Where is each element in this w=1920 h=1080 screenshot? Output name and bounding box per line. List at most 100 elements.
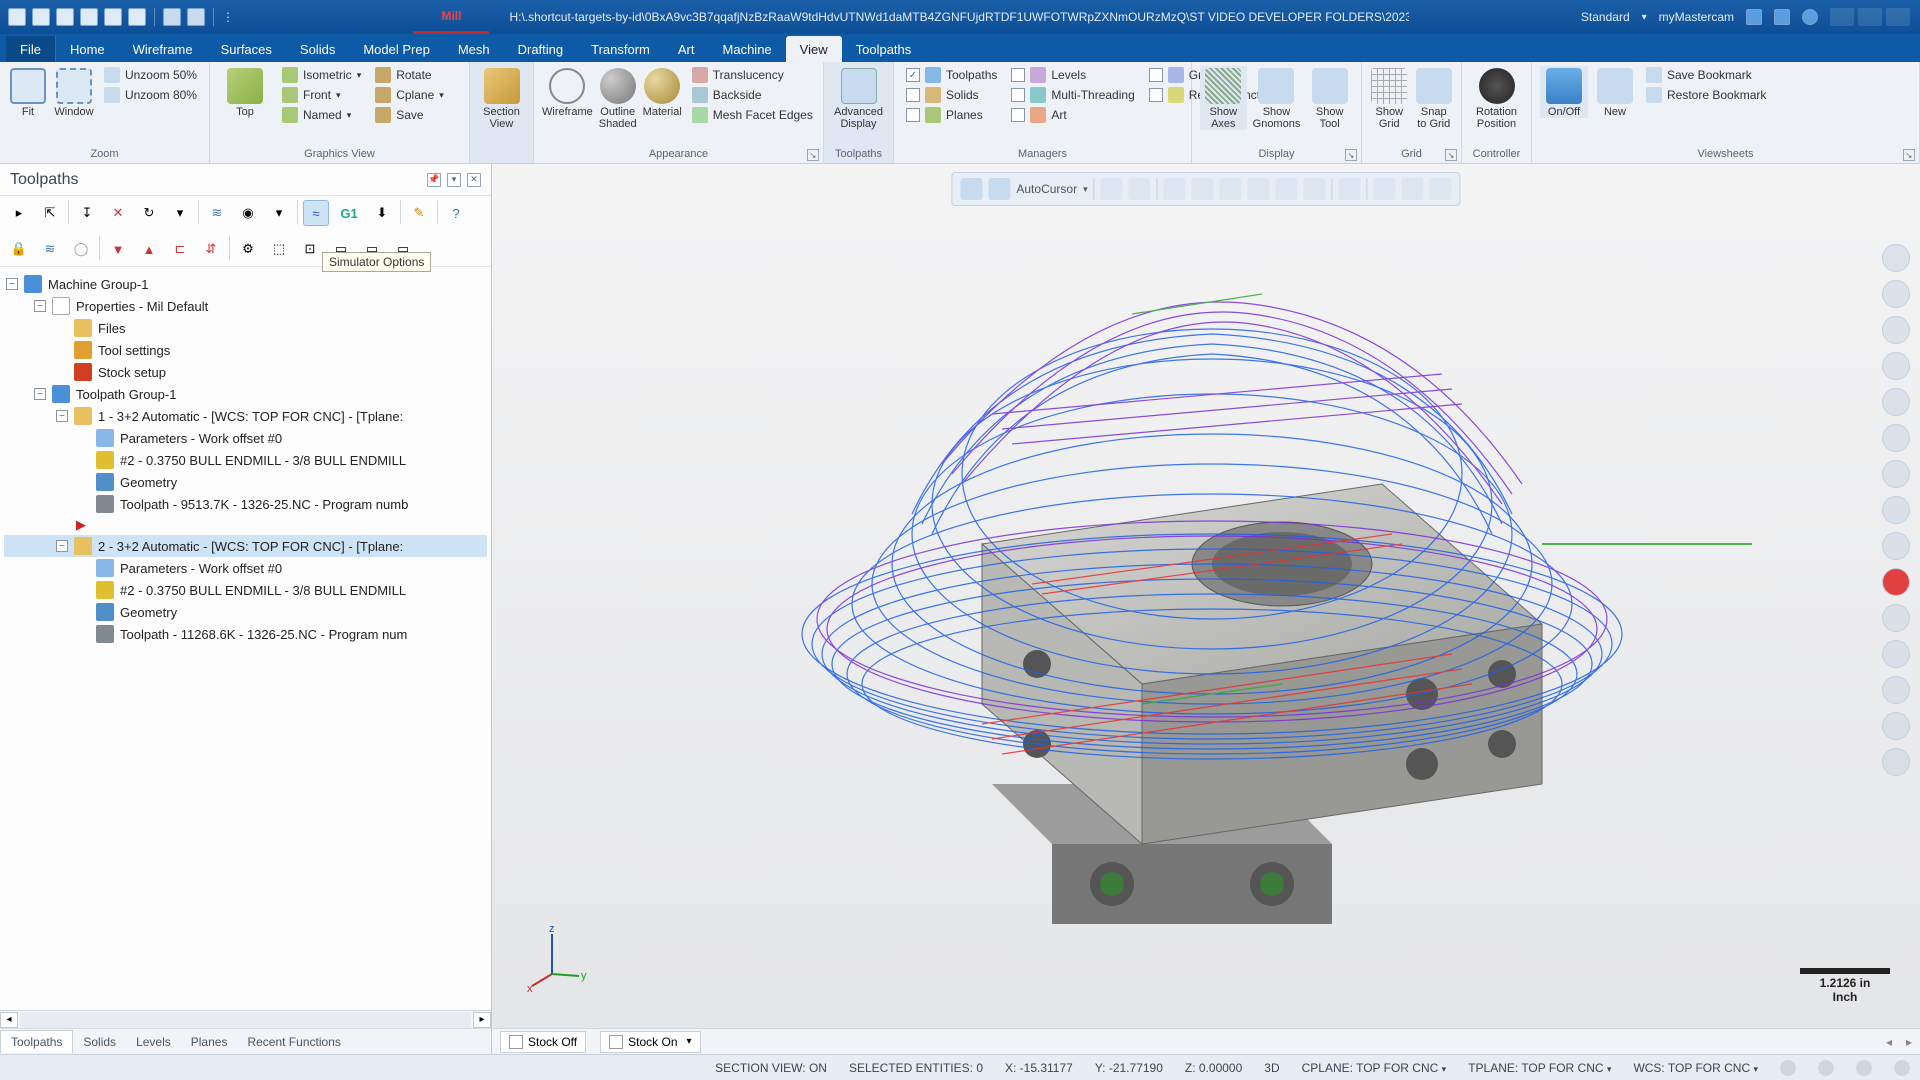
tree-op1-tool[interactable]: #2 - 0.3750 BULL ENDMILL - 3/8 BULL ENDM…	[120, 453, 406, 468]
tree-op2-params[interactable]: Parameters - Work offset #0	[120, 561, 282, 576]
sel-b3-icon[interactable]	[1192, 178, 1214, 200]
mgr-toolpaths[interactable]: ✓Toolpaths	[902, 66, 1001, 84]
status-i2-icon[interactable]	[1818, 1060, 1834, 1076]
vr-refresh-icon[interactable]	[1882, 748, 1910, 776]
autocursor-label[interactable]: AutoCursor	[1016, 182, 1077, 196]
vr-cube-icon[interactable]	[1882, 388, 1910, 416]
tab-file[interactable]: File	[6, 36, 56, 62]
tree-stock[interactable]: Stock setup	[98, 365, 166, 380]
tree-op2-geom[interactable]: Geometry	[120, 605, 177, 620]
redo-icon[interactable]	[187, 8, 205, 26]
translucency-button[interactable]: Translucency	[688, 66, 817, 84]
tb-selectall-icon[interactable]: ⇱	[37, 200, 63, 226]
sheet-right-icon[interactable]: ▸	[1906, 1035, 1912, 1049]
sectionview-button[interactable]: Section View	[478, 66, 525, 130]
tb-verifymenu-icon[interactable]: ▾	[266, 200, 292, 226]
top-button[interactable]: Top	[218, 66, 272, 118]
blank-icon[interactable]	[104, 8, 122, 26]
status-wcs[interactable]: WCS: TOP FOR CNC ▾	[1633, 1061, 1758, 1075]
tb-lock-icon[interactable]: 🔒	[6, 236, 32, 262]
isometric-button[interactable]: Isometric▾	[278, 66, 365, 84]
tree-op1-nc[interactable]: Toolpath - 9513.7K - 1326-25.NC - Progra…	[120, 497, 408, 512]
tab-modelprep[interactable]: Model Prep	[349, 36, 443, 62]
tree-op1[interactable]: 1 - 3+2 Automatic - [WCS: TOP FOR CNC] -…	[98, 409, 403, 424]
viewsheets-launcher[interactable]: ↘	[1903, 149, 1915, 161]
sel-b7-icon[interactable]	[1304, 178, 1326, 200]
sel-b5-icon[interactable]	[1248, 178, 1270, 200]
tree-toolsettings[interactable]: Tool settings	[98, 343, 170, 358]
vr-target-icon[interactable]	[1882, 316, 1910, 344]
scroll-right-icon[interactable]: ▸	[473, 1012, 491, 1028]
appearance-launcher[interactable]: ↘	[807, 149, 819, 161]
account-label[interactable]: myMastercam	[1659, 10, 1734, 24]
showgnomons-button[interactable]: Show Gnomons	[1253, 66, 1301, 130]
vr-b7-icon[interactable]	[1882, 676, 1910, 704]
sel-axis-icon[interactable]	[1101, 178, 1123, 200]
tb-regen-icon[interactable]: ↻	[136, 200, 162, 226]
tb-regenmenu-icon[interactable]: ▾	[167, 200, 193, 226]
tab-home[interactable]: Home	[56, 36, 119, 62]
paneltab-levels[interactable]: Levels	[126, 1031, 181, 1053]
new-icon[interactable]	[8, 8, 26, 26]
sheet-left-icon[interactable]: ◂	[1886, 1035, 1892, 1049]
fit-button[interactable]: Fit	[8, 66, 48, 118]
tb-filter-icon[interactable]: ⚙	[235, 236, 261, 262]
tb-options-icon[interactable]: ⬚	[266, 236, 292, 262]
help-icon[interactable]	[1802, 9, 1818, 25]
cloud-icon[interactable]	[1746, 9, 1762, 25]
vs-onoff-button[interactable]: On/Off	[1540, 66, 1588, 118]
mgr-planes[interactable]: Planes	[902, 106, 1001, 124]
tab-art[interactable]: Art	[664, 36, 709, 62]
graphics-viewport[interactable]: AutoCursor ▾ z x y 1.2126 in	[492, 164, 1920, 1054]
vr-eye-icon[interactable]	[1882, 352, 1910, 380]
tree-tpgroup[interactable]: Toolpath Group-1	[76, 387, 176, 402]
tb-select-icon[interactable]: ▸	[6, 200, 32, 226]
tb-help-icon[interactable]: ?	[443, 200, 469, 226]
mgr-art[interactable]: Art	[1007, 106, 1138, 124]
tree-properties[interactable]: Properties - Mil Default	[76, 299, 208, 314]
scroll-left-icon[interactable]: ◂	[0, 1012, 18, 1028]
restorebookmark-button[interactable]: Restore Bookmark	[1642, 86, 1770, 104]
paste-icon[interactable]	[128, 8, 146, 26]
tab-solids[interactable]: Solids	[286, 36, 349, 62]
wireframe-button[interactable]: Wireframe	[542, 66, 593, 118]
tb-insert-icon[interactable]: ↧	[74, 200, 100, 226]
backside-button[interactable]: Backside	[688, 86, 817, 104]
grid-launcher[interactable]: ↘	[1445, 149, 1457, 161]
sel-point-icon[interactable]	[988, 178, 1010, 200]
sel-redo-icon[interactable]	[1402, 178, 1424, 200]
globe-icon[interactable]	[1774, 9, 1790, 25]
outlineshaded-button[interactable]: Outline Shaded	[599, 66, 637, 130]
status-i1-icon[interactable]	[1780, 1060, 1796, 1076]
tb-collapse-icon[interactable]: ⊏	[167, 236, 193, 262]
saveview-button[interactable]: Save	[371, 106, 448, 124]
sel-b6-icon[interactable]	[1276, 178, 1298, 200]
vr-b4-icon[interactable]	[1882, 532, 1910, 560]
status-i4-icon[interactable]	[1894, 1060, 1910, 1076]
open-icon[interactable]	[56, 8, 74, 26]
tb-delete-icon[interactable]: ✕	[105, 200, 131, 226]
tab-machine[interactable]: Machine	[709, 36, 786, 62]
paneltab-planes[interactable]: Planes	[181, 1031, 238, 1053]
sel-undo-icon[interactable]	[1374, 178, 1396, 200]
tb-post-icon[interactable]: ⬇	[369, 200, 395, 226]
vr-b2-icon[interactable]	[1882, 460, 1910, 488]
unzoom80-button[interactable]: Unzoom 80%	[100, 86, 201, 104]
standard-label[interactable]: Standard	[1581, 10, 1630, 24]
status-mode[interactable]: 3D	[1264, 1061, 1279, 1075]
panel-close-icon[interactable]: ✕	[467, 173, 481, 187]
tree-op2-tool[interactable]: #2 - 0.3750 BULL ENDMILL - 3/8 BULL ENDM…	[120, 583, 406, 598]
operations-tree[interactable]: −Machine Group-1 −Properties - Mil Defau…	[0, 267, 491, 1010]
vr-b6-icon[interactable]	[1882, 640, 1910, 668]
tb-verify-icon[interactable]: ◉	[235, 200, 261, 226]
tab-mesh[interactable]: Mesh	[444, 36, 504, 62]
sel-end-icon[interactable]	[1430, 178, 1452, 200]
display-launcher[interactable]: ↘	[1345, 149, 1357, 161]
tb-ghost-icon[interactable]: ◯	[68, 236, 94, 262]
tab-drafting[interactable]: Drafting	[504, 36, 578, 62]
restore-button[interactable]	[1858, 8, 1882, 26]
vr-b3-icon[interactable]	[1882, 496, 1910, 524]
sel-b4-icon[interactable]	[1220, 178, 1242, 200]
status-cplane[interactable]: CPLANE: TOP FOR CNC ▾	[1302, 1061, 1447, 1075]
tb-g1-button[interactable]: G1	[334, 200, 364, 226]
